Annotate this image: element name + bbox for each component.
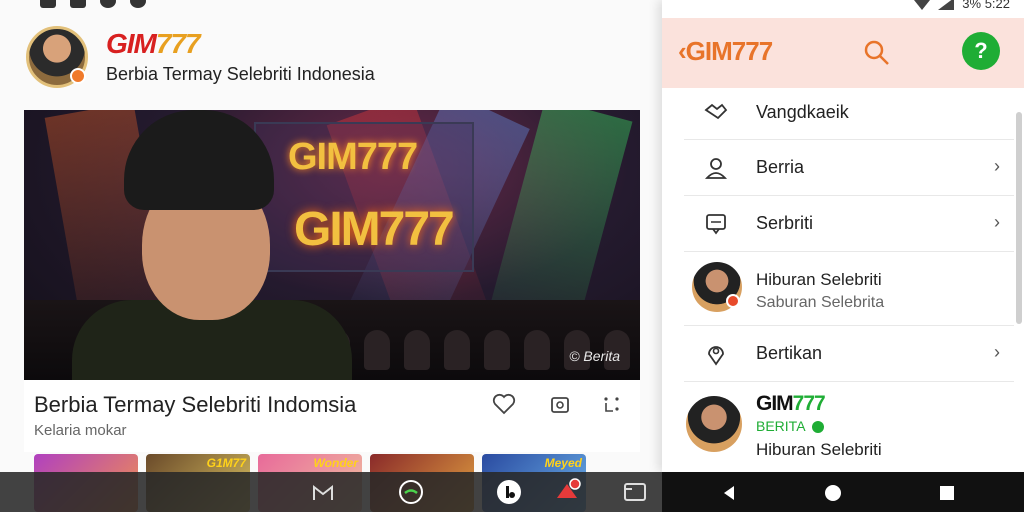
status-bar: 3% 5:22	[914, 0, 1010, 11]
menu-item-label: Serbriti	[756, 213, 814, 233]
help-button[interactable]: ?	[962, 32, 1000, 70]
scrollbar[interactable]	[1016, 112, 1022, 324]
back-button[interactable]: ‹GIM777	[678, 36, 773, 67]
menu-item-subtitle: Saburan Selebrita	[756, 294, 885, 311]
menu-item-serbriti[interactable]: Serbriti ›	[684, 196, 1014, 252]
status-bar-icons	[40, 0, 146, 8]
signal-icon	[938, 0, 955, 10]
hero-watermark: © Berita	[569, 348, 620, 364]
system-navigation-bar	[662, 472, 1024, 512]
chevron-right-icon: ›	[994, 212, 1000, 232]
avatar-badge	[70, 68, 86, 84]
page-header: GIM777 Berbia Termay Selebriti Indonesia	[24, 24, 644, 92]
music-icon[interactable]	[494, 477, 524, 507]
article-caption[interactable]: Berbia Termay Selebriti Indomsia Kelaria…	[24, 380, 640, 452]
share-icon[interactable]	[598, 390, 626, 418]
panel-header: ‹GIM777 ?	[662, 18, 1024, 88]
promo-avatar	[686, 396, 742, 452]
stage-logo-bottom: GIM777	[294, 203, 455, 256]
article-subtitle: Kelaria mokar	[34, 422, 127, 439]
bottom-navigation	[0, 472, 662, 512]
recents-square-icon[interactable]	[938, 484, 956, 502]
promo-card[interactable]: GIM777 BERITA Hiburan Selebriti	[684, 382, 1014, 472]
tabs-icon[interactable]	[620, 477, 650, 507]
heart-icon[interactable]	[490, 390, 518, 418]
menu-item-title: Hiburan Selebriti	[756, 270, 882, 289]
chat-icon[interactable]	[396, 477, 426, 507]
search-icon[interactable]	[862, 38, 892, 68]
menu-item-handshake[interactable]: Vangdkaeik	[684, 88, 1014, 140]
tool-icon	[130, 0, 146, 8]
verified-icon	[811, 421, 824, 434]
chevron-right-icon: ›	[994, 342, 1000, 362]
message-icon	[706, 214, 726, 235]
status-text: 3% 5:22	[962, 0, 1010, 11]
hero-image[interactable]: GIM777 GIM777 © Berita	[24, 110, 640, 380]
menu-item-label: Vangdkaeik	[756, 102, 849, 122]
bookmark-icon[interactable]	[546, 390, 574, 418]
person-icon	[704, 158, 728, 179]
menu-item-label: Bertikan	[756, 343, 823, 363]
location-pin-icon	[708, 346, 724, 366]
mail-icon[interactable]	[308, 477, 338, 507]
sync-icon	[40, 0, 56, 8]
promo-badge: BERITA	[756, 418, 824, 434]
page-subtitle: Berbia Termay Selebriti Indonesia	[106, 64, 375, 84]
back-triangle-icon[interactable]	[720, 484, 738, 502]
menu-item-berria[interactable]: Berria ›	[684, 140, 1014, 196]
menu-item-bertikan[interactable]: Bertikan ›	[684, 326, 1014, 382]
home-circle-icon[interactable]	[824, 484, 842, 502]
handshake-icon	[704, 103, 728, 120]
stage-logo-top: GIM777	[288, 136, 418, 178]
brand-logo[interactable]: GIM777	[106, 28, 201, 60]
menu-item-hiburan[interactable]: Hiburan Selebriti Saburan Selebrita	[684, 252, 1014, 326]
side-menu-panel: 3% 5:22 ‹GIM777 ? Vangdkaeik Berria › Se…	[662, 0, 1024, 472]
app-screen: GIM777 Berbia Termay Selebriti Indonesia…	[0, 0, 1024, 512]
wifi-icon	[914, 0, 930, 10]
promo-subtitle: Hiburan Selebriti	[756, 440, 882, 459]
chevron-right-icon: ›	[994, 156, 1000, 176]
menu-item-label: Berria	[756, 157, 805, 177]
article-title[interactable]: Berbia Termay Selebriti Indomsia	[34, 392, 356, 418]
notification-icon[interactable]	[552, 477, 582, 507]
promo-title: GIM777	[756, 392, 826, 415]
info-icon	[100, 0, 116, 8]
image-icon	[70, 0, 86, 8]
singer-hat	[124, 110, 274, 210]
avatar-badge	[726, 294, 740, 308]
